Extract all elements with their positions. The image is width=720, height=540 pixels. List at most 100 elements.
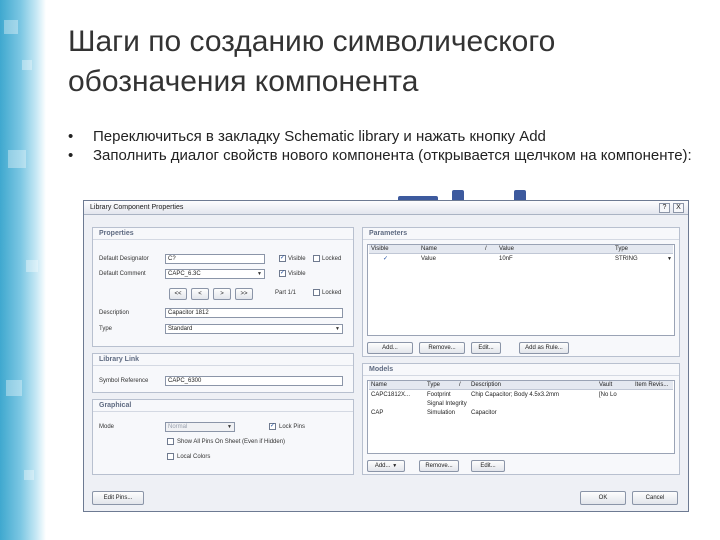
- chevron-down-icon: ▼: [667, 256, 672, 262]
- local-colors-label: Local Colors: [177, 454, 211, 460]
- row-name: Value: [421, 256, 436, 262]
- designator-locked-label: Locked: [322, 256, 342, 262]
- dialog-title: Library Component Properties: [90, 204, 184, 211]
- library-component-properties-dialog: Library Component Properties ? X Propert…: [83, 200, 689, 512]
- type-select[interactable]: Standard ▼: [165, 324, 343, 334]
- remove-parameter-button[interactable]: Remove...: [419, 342, 465, 354]
- row-visible-check[interactable]: ✓: [383, 255, 403, 264]
- properties-group: Properties Default Designator C? ✓ Visib…: [92, 227, 354, 347]
- remove-model-button[interactable]: Remove...: [419, 460, 459, 472]
- column-header-value[interactable]: Value: [499, 245, 609, 254]
- bullet-icon: •: [68, 147, 74, 164]
- row-vault: [No Lo: [599, 392, 617, 398]
- part-locked-label: Locked: [322, 290, 342, 296]
- models-group-header: Models: [363, 364, 679, 376]
- type-value: Standard: [168, 326, 193, 332]
- table-row[interactable]: CAP Simulation Capacitor: [369, 409, 673, 418]
- graphical-heading: Graphical: [99, 402, 132, 409]
- row-description: Chip Capacitor; Body 4.5x3.2mm: [471, 392, 560, 398]
- edit-model-button[interactable]: Edit...: [471, 460, 505, 472]
- part-locked-checkbox[interactable]: [313, 289, 320, 296]
- symbol-reference-input[interactable]: CAPC_6300: [165, 376, 343, 386]
- dialog-title-bar: Library Component Properties ? X: [84, 201, 688, 215]
- designator-locked-checkbox[interactable]: [313, 255, 320, 262]
- chevron-down-icon: ▼: [227, 424, 232, 430]
- column-sort-indicator: /: [485, 246, 487, 252]
- column-header-description[interactable]: Description: [471, 381, 597, 390]
- symbol-reference-label: Symbol Reference: [99, 378, 149, 384]
- properties-group-header: Properties: [93, 228, 353, 240]
- column-header-vault[interactable]: Vault: [599, 381, 633, 390]
- default-comment-label: Default Comment: [99, 271, 146, 277]
- first-part-button[interactable]: <<: [169, 288, 187, 300]
- comment-visible-label: Visible: [288, 271, 306, 277]
- row-description: Capacitor: [471, 410, 497, 416]
- column-header-name[interactable]: Name: [371, 381, 423, 390]
- table-row[interactable]: CAPC1812X... Footprint Chip Capacitor; B…: [369, 391, 673, 400]
- row-value: 10nF: [499, 256, 513, 262]
- table-row[interactable]: Signal Integrity: [369, 400, 673, 409]
- column-header-name[interactable]: Name: [421, 245, 481, 254]
- lock-pins-label: Lock Pins: [279, 424, 306, 430]
- graphical-group: Graphical Mode Normal ▼ ✓ Lock Pins Show …: [92, 399, 354, 475]
- bullet-item: • Заполнить диалог свойств нового компоне…: [66, 147, 696, 165]
- edit-parameter-button[interactable]: Edit...: [471, 342, 501, 354]
- column-header-type[interactable]: Type: [615, 245, 673, 254]
- mode-value: Normal: [168, 424, 188, 430]
- row-type: Simulation: [427, 410, 456, 416]
- models-table: Name Type / Description Vault Item Revis…: [367, 380, 675, 454]
- slide-title: Шаги по созданию символического обозначе…: [68, 25, 556, 98]
- properties-heading: Properties: [99, 230, 134, 237]
- add-parameter-button[interactable]: Add...: [367, 342, 413, 354]
- bullet-text: Переключиться в закладку Schematic libra…: [93, 128, 546, 145]
- designator-visible-checkbox[interactable]: ✓: [279, 255, 286, 262]
- last-part-button[interactable]: >>: [235, 288, 253, 300]
- library-link-group-header: Library Link: [93, 354, 353, 366]
- parameters-group: Parameters Visible Name / Value Type ✓ V…: [362, 227, 680, 357]
- show-all-pins-label: Show All Pins On Sheet (Even if Hidden): [177, 439, 286, 445]
- show-all-pins-checkbox[interactable]: [167, 438, 174, 445]
- edit-pins-button[interactable]: Edit Pins...: [92, 491, 144, 505]
- local-colors-checkbox[interactable]: [167, 453, 174, 460]
- default-comment-select[interactable]: CAPC_6.3C ▼: [165, 269, 265, 279]
- models-table-header: Name Type / Description Vault Item Revis…: [369, 381, 673, 390]
- library-link-heading: Library Link: [99, 356, 140, 363]
- previous-part-button[interactable]: <: [191, 288, 209, 300]
- description-label: Description: [99, 310, 130, 316]
- bullet-list: • Переключиться в закладку Schematic libr…: [66, 128, 696, 166]
- mode-label: Mode: [99, 424, 115, 430]
- table-row[interactable]: ✓ Value 10nF STRING ▼: [369, 255, 673, 264]
- chevron-down-icon: ▼: [257, 271, 262, 277]
- library-link-group: Library Link Symbol Reference CAPC_6300: [92, 353, 354, 393]
- add-model-label: Add...: [374, 463, 391, 469]
- chevron-down-icon: ▼: [335, 326, 340, 332]
- row-name: CAP: [371, 410, 384, 416]
- models-group: Models Name Type / Description Vault Ite…: [362, 363, 680, 475]
- part-indicator: Part 1/1: [275, 290, 297, 296]
- column-sort-indicator: /: [459, 382, 461, 388]
- add-as-rule-button[interactable]: Add as Rule...: [519, 342, 569, 354]
- mode-select[interactable]: Normal ▼: [165, 422, 235, 432]
- parameters-table-header: Visible Name / Value Type: [369, 245, 673, 254]
- column-header-type[interactable]: Type: [427, 381, 457, 390]
- ok-button[interactable]: OK: [580, 491, 626, 505]
- graphical-group-header: Graphical: [93, 400, 353, 412]
- row-type: Signal Integrity: [427, 401, 467, 407]
- row-type: STRING: [615, 256, 638, 262]
- column-header-item-revision[interactable]: Item Revis...: [635, 381, 675, 390]
- close-button[interactable]: X: [673, 203, 684, 213]
- description-input[interactable]: Capacitor 1812: [165, 308, 343, 318]
- help-button[interactable]: ?: [659, 203, 670, 213]
- default-comment-value: CAPC_6.3C: [168, 271, 201, 277]
- lock-pins-checkbox[interactable]: ✓: [269, 423, 276, 430]
- default-designator-input[interactable]: C?: [165, 254, 265, 264]
- column-header-visible[interactable]: Visible: [371, 245, 419, 254]
- cancel-button[interactable]: Cancel: [632, 491, 678, 505]
- add-model-button[interactable]: Add... ▼: [367, 460, 405, 472]
- next-part-button[interactable]: >: [213, 288, 231, 300]
- parameters-group-header: Parameters: [363, 228, 679, 240]
- comment-visible-checkbox[interactable]: ✓: [279, 270, 286, 277]
- parameters-table: Visible Name / Value Type ✓ Value 10nF S…: [367, 244, 675, 336]
- bullet-text: Заполнить диалог свойств нового компонен…: [93, 147, 692, 164]
- chevron-down-icon: ▼: [392, 463, 398, 469]
